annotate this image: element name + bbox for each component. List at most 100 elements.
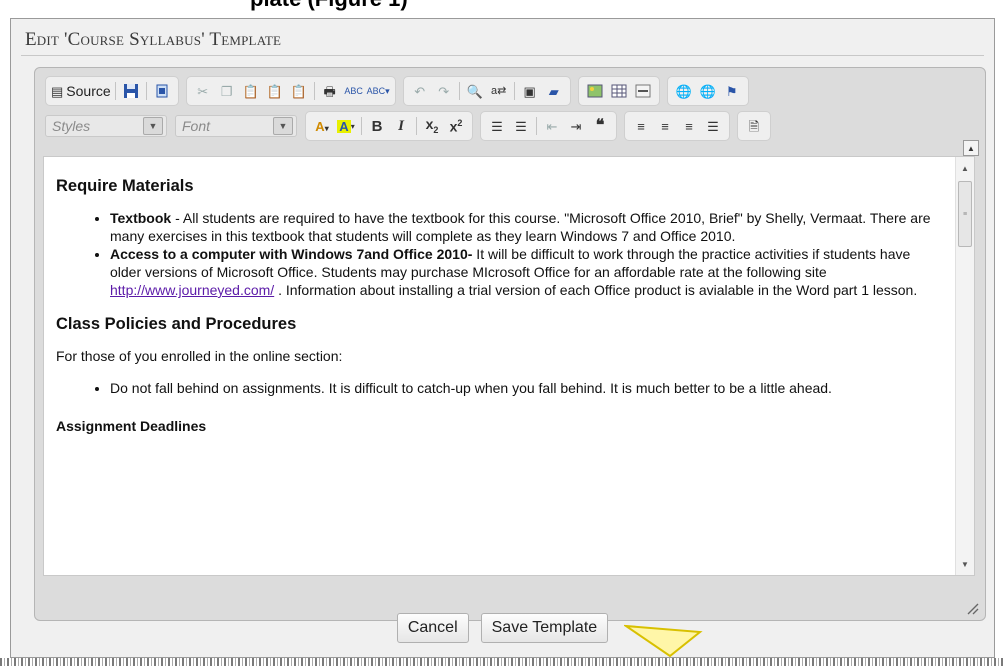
anchor-button[interactable]: ⚑ [721,80,743,102]
list-item: Textbook - All students are required to … [110,209,944,245]
find-button[interactable]: 🔍 [464,80,486,102]
font-combo[interactable]: Font ▼ [175,115,297,137]
toolbar-separator [361,117,362,135]
horizontal-rule-icon [635,84,651,98]
undo-button[interactable]: ↶ [409,80,431,102]
list-item-bold: Textbook [110,210,172,226]
toolbar-separator [145,82,147,100]
template-icon [156,84,168,98]
chevron-down-icon: ▼ [273,117,293,135]
toolbar-group-document: ▤ Source [45,76,179,106]
text-color-button[interactable]: A▾ [311,115,333,137]
cropped-content-strip [0,658,1005,666]
binoculars-icon: 🔍 [466,83,483,99]
align-center-icon: ≡ [661,118,669,134]
journeyed-link[interactable]: http://www.journeyed.com/ [110,282,274,298]
preview-button[interactable]: 🗎 [743,115,765,137]
flag-icon: ⚑ [725,83,738,99]
quote-icon: ❝ [595,117,605,134]
list-item-bold: Access to a computer with Windows 7and O… [110,246,473,262]
scroll-up-arrow-icon[interactable]: ▲ [956,159,974,177]
numbered-list-button[interactable]: ☰ [486,115,508,137]
printer-icon: 🖶 [323,83,336,99]
align-left-icon: ≡ [637,118,645,134]
redo-button[interactable]: ↷ [433,80,455,102]
bulleted-list-button[interactable]: ☰ [510,115,532,137]
vertical-scrollbar[interactable]: ▲ ≡ ▼ [955,157,974,575]
source-button[interactable]: ▤ Source [51,80,111,102]
table-button[interactable] [608,80,630,102]
subscript-button[interactable]: x2 [421,115,443,137]
indent-button[interactable]: ⇥ [565,115,587,137]
cut-button[interactable]: ✂ [192,80,214,102]
scroll-thumb[interactable]: ≡ [958,181,972,247]
edit-template-dialog: Edit 'Course Syllabus' Template ▤ Source … [10,18,995,658]
table-icon [611,84,627,98]
image-button[interactable] [584,80,606,102]
background-color-icon: A [337,118,351,134]
superscript-button[interactable]: x2 [445,115,467,137]
toolbar-group-text: A▾ A ▾ B I x2 x2 [305,111,473,141]
unlink-button[interactable]: 🌐 [697,80,719,102]
dialog-footer: Cancel Save Template [11,613,994,643]
subscript-icon: x2 [425,116,439,135]
page-heading-cut: plate (Figure 1) [250,0,408,12]
copy-button[interactable]: ❐ [216,80,238,102]
replace-button[interactable]: a⇄ [488,80,510,102]
toolbar-group-history: ↶ ↷ 🔍 a⇄ ▣ ▰ [402,76,571,106]
blockquote-button[interactable]: ❝ [589,115,611,137]
bold-button[interactable]: B [366,115,388,137]
unlink-globe-icon: 🌐 [699,83,716,99]
list-item: Do not fall behind on assignments. It is… [110,379,944,397]
chevron-down-icon: ▼ [143,117,163,135]
toolbar-group-insert [577,76,660,106]
bulleted-list-icon: ☰ [515,118,527,134]
toolbar-separator [513,82,515,100]
paste-word-button[interactable]: 📋 [288,80,310,102]
rich-text-editor: ▤ Source ✂ ❐ 📋 📋 📋 🖶 ABC ABC▾ ↶ ↷ 🔍 a⇄ ▣… [34,67,986,621]
document-body[interactable]: Require Materials Textbook - All student… [44,157,956,575]
align-center-button[interactable]: ≡ [654,115,676,137]
copy-icon: ❐ [220,83,233,99]
spellcheck-button[interactable]: ABC [343,80,365,102]
outdent-button[interactable]: ⇤ [541,115,563,137]
paste-text-icon: 📋 [266,83,283,99]
font-combo-label: Font [182,118,211,134]
styles-combo[interactable]: Styles ▼ [45,115,167,137]
horizontal-rule-button[interactable] [632,80,654,102]
styles-combo-label: Styles [52,118,91,134]
link-globe-icon: 🌐 [675,83,692,99]
image-icon [587,84,603,98]
justify-button[interactable]: ☰ [702,115,724,137]
spellcheck-as-you-type-button[interactable]: ABC▾ [367,80,390,102]
scissors-icon: ✂ [197,83,209,99]
toolbar-group-align: ≡ ≡ ≡ ☰ [624,111,730,141]
save-icon [123,84,138,98]
toolbar-row-1: ▤ Source ✂ ❐ 📋 📋 📋 🖶 ABC ABC▾ ↶ ↷ 🔍 a⇄ ▣… [45,76,756,106]
select-all-button[interactable]: ▣ [519,80,541,102]
background-color-button[interactable]: A ▾ [335,115,357,137]
link-button[interactable]: 🌐 [673,80,695,102]
superscript-icon: x2 [449,117,463,135]
dialog-title: Edit 'Course Syllabus' Template [25,29,282,50]
save-template-button[interactable]: Save Template [480,613,609,643]
indent-icon: ⇥ [570,118,582,134]
spellcheck-icon: ABC [344,85,363,96]
preview-template-button[interactable] [151,80,173,102]
paste-button[interactable]: 📋 [240,80,262,102]
cancel-button[interactable]: Cancel [396,613,469,643]
toolbar-group-clipboard: ✂ ❐ 📋 📋 📋 🖶 ABC ABC▾ [185,76,396,106]
save-icon-button[interactable] [120,80,142,102]
list-item-text: . Information about installing a trial v… [274,282,918,298]
paragraph-online-section: For those of you enrolled in the online … [56,348,343,364]
italic-button[interactable]: I [390,115,412,137]
list-item: Access to a computer with Windows 7and O… [110,245,944,299]
paste-text-button[interactable]: 📋 [264,80,286,102]
print-button[interactable]: 🖶 [319,80,341,102]
remove-format-button[interactable]: ▰ [543,80,565,102]
align-left-button[interactable]: ≡ [630,115,652,137]
align-right-button[interactable]: ≡ [678,115,700,137]
scroll-down-arrow-icon[interactable]: ▼ [956,555,974,573]
toolbar-collapse-button[interactable]: ▲ [963,140,979,156]
editor-content-area[interactable]: Require Materials Textbook - All student… [43,156,975,576]
